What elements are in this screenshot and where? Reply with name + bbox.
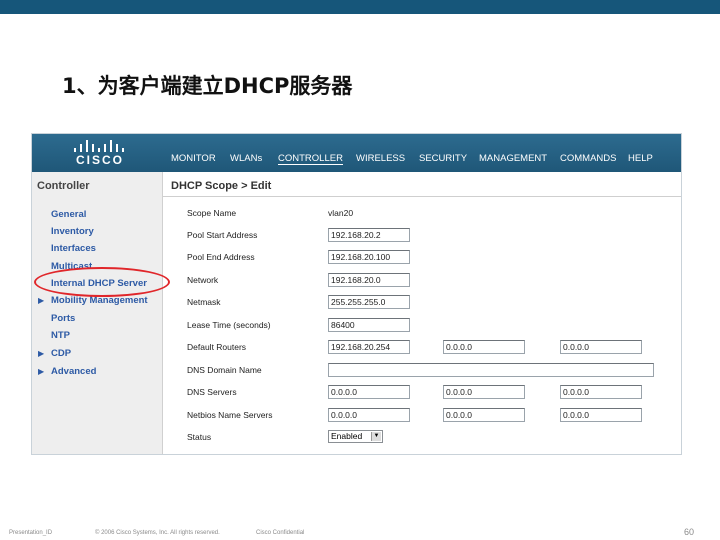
scope-name-label: Scope Name	[187, 208, 237, 218]
cisco-logo-text: CISCO	[76, 153, 125, 167]
pool-start-label: Pool Start Address	[187, 230, 258, 240]
pool-end-input[interactable]: 192.168.20.100	[328, 250, 410, 264]
menu-wireless[interactable]: WIRELESS	[356, 153, 405, 164]
menu-help[interactable]: HELP	[628, 153, 653, 164]
breadcrumb: DHCP Scope > Edit	[171, 180, 272, 192]
dns-server-2-input[interactable]: 0.0.0.0	[443, 385, 525, 399]
menu-security[interactable]: SECURITY	[419, 153, 467, 164]
sidebar-item-ntp[interactable]: NTP	[51, 330, 70, 341]
dns-server-3-input[interactable]: 0.0.0.0	[560, 385, 642, 399]
slide-title: 1、为客户端建立DHCP服务器	[62, 74, 353, 98]
sidebar-item-inventory[interactable]: Inventory	[51, 226, 94, 237]
top-navbar: CISCO MONITOR WLANs CONTROLLER WIRELESS …	[32, 134, 681, 172]
main-content: DHCP Scope > Edit Scope Name vlan20 Pool…	[163, 172, 681, 454]
default-router-1-input[interactable]: 192.168.20.254	[328, 340, 410, 354]
pool-start-input[interactable]: 192.168.20.2	[328, 228, 410, 242]
dns-server-1-input[interactable]: 0.0.0.0	[328, 385, 410, 399]
status-select-value: Enabled	[331, 431, 363, 441]
slide-top-bar	[0, 0, 720, 14]
netbios-label: Netbios Name Servers	[187, 410, 273, 420]
status-select[interactable]: Enabled ▼	[328, 430, 383, 443]
menu-wlans[interactable]: WLANs	[230, 153, 262, 164]
netmask-input[interactable]: 255.255.255.0	[328, 295, 410, 309]
cisco-logo: CISCO	[68, 138, 128, 168]
footer-confidential: Cisco Confidential	[256, 530, 305, 536]
page-number: 60	[683, 527, 694, 537]
network-input[interactable]: 192.168.20.0	[328, 273, 410, 287]
sidebar-item-advanced[interactable]: Advanced	[51, 366, 96, 377]
scope-name-value: vlan20	[328, 208, 354, 218]
dns-domain-input[interactable]	[328, 363, 654, 377]
lease-time-input[interactable]: 86400	[328, 318, 410, 332]
menu-management[interactable]: MANAGEMENT	[479, 153, 547, 164]
netmask-label: Netmask	[187, 297, 221, 307]
divider	[163, 196, 681, 197]
netbios-server-1-input[interactable]: 0.0.0.0	[328, 408, 410, 422]
cisco-logo-bars-icon	[72, 140, 126, 152]
wlc-screenshot: CISCO MONITOR WLANs CONTROLLER WIRELESS …	[31, 133, 682, 455]
netbios-server-3-input[interactable]: 0.0.0.0	[560, 408, 642, 422]
sidebar-item-ports[interactable]: Ports	[51, 313, 75, 324]
highlight-ellipse	[34, 267, 170, 297]
menu-monitor[interactable]: MONITOR	[171, 153, 216, 164]
menu-commands[interactable]: COMMANDS	[560, 153, 616, 164]
dns-servers-label: DNS Servers	[187, 387, 237, 397]
status-label: Status	[187, 432, 212, 442]
expand-arrow-icon[interactable]: ▶	[38, 349, 44, 358]
pool-end-label: Pool End Address	[187, 252, 255, 262]
menu-controller[interactable]: CONTROLLER	[278, 153, 343, 165]
sidebar-item-interfaces[interactable]: Interfaces	[51, 243, 96, 254]
expand-arrow-icon[interactable]: ▶	[38, 367, 44, 376]
dropdown-arrow-icon[interactable]: ▼	[371, 432, 381, 441]
default-routers-label: Default Routers	[187, 342, 247, 352]
default-router-3-input[interactable]: 0.0.0.0	[560, 340, 642, 354]
sidebar-item-general[interactable]: General	[51, 209, 86, 220]
sidebar: Controller General Inventory Interfaces …	[32, 172, 163, 454]
netbios-server-2-input[interactable]: 0.0.0.0	[443, 408, 525, 422]
footer-copyright: © 2006 Cisco Systems, Inc. All rights re…	[95, 530, 220, 536]
network-label: Network	[187, 275, 219, 285]
dns-domain-label: DNS Domain Name	[187, 365, 262, 375]
lease-time-label: Lease Time (seconds)	[187, 320, 271, 330]
default-router-2-input[interactable]: 0.0.0.0	[443, 340, 525, 354]
sidebar-item-cdp[interactable]: CDP	[51, 348, 71, 359]
expand-arrow-icon[interactable]: ▶	[38, 296, 44, 305]
footer-presentation-id: Presentation_ID	[9, 530, 53, 536]
sidebar-title: Controller	[37, 180, 90, 192]
